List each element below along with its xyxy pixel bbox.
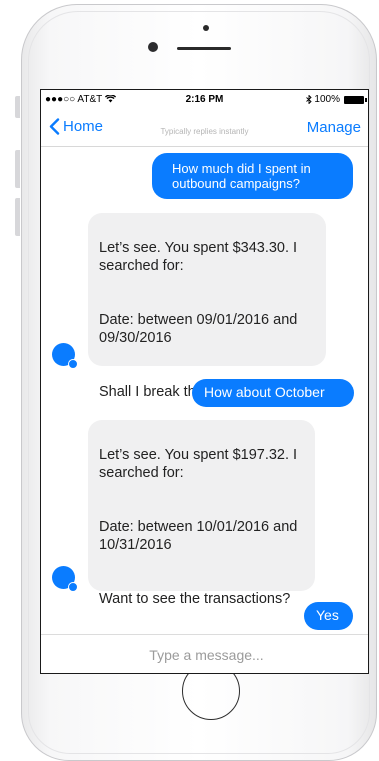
message-line: Date: between 09/01/2016 and 09/30/2016 [99, 312, 298, 346]
bot-avatar [52, 566, 78, 592]
incoming-message[interactable]: Let’s see. You spent $197.32. I searched… [88, 420, 315, 607]
messenger-badge-icon [68, 359, 78, 369]
mute-switch [15, 96, 20, 118]
outgoing-message[interactable]: How about October [192, 379, 354, 407]
front-camera [148, 42, 158, 52]
volume-up-button [15, 150, 20, 188]
bluetooth-icon [306, 95, 313, 104]
messenger-badge-icon [68, 582, 78, 592]
screen: ●●●○○ AT&T 2:16 PM 100% Home Typically r… [40, 89, 369, 674]
bot-avatar [52, 343, 78, 369]
battery-icon [344, 95, 367, 104]
message-composer [41, 634, 368, 673]
battery-percent: 100% [314, 94, 340, 105]
battery-indicator: 100% [306, 94, 367, 105]
message-line: Let’s see. You spent $197.32. I searched… [99, 447, 298, 481]
message-input[interactable] [41, 635, 368, 673]
proximity-sensor [203, 25, 209, 31]
message-line: Want to see the transactions? [99, 591, 291, 607]
outgoing-message[interactable]: How much did I spent in outbound campaig… [152, 153, 353, 199]
nav-bar: Home Typically replies instantly Manage [41, 110, 368, 147]
outgoing-message[interactable]: Yes [304, 602, 353, 630]
manage-button[interactable]: Manage [307, 119, 361, 136]
message-line: Date: between 10/01/2016 and 10/31/2016 [99, 519, 298, 553]
message-line: Let’s see. You spent $343.30. I searched… [99, 240, 298, 274]
earpiece-speaker [177, 47, 231, 50]
incoming-message[interactable]: Let’s see. You spent $343.30. I searched… [88, 213, 326, 400]
status-bar: ●●●○○ AT&T 2:16 PM 100% [41, 90, 368, 110]
volume-down-button [15, 198, 20, 236]
